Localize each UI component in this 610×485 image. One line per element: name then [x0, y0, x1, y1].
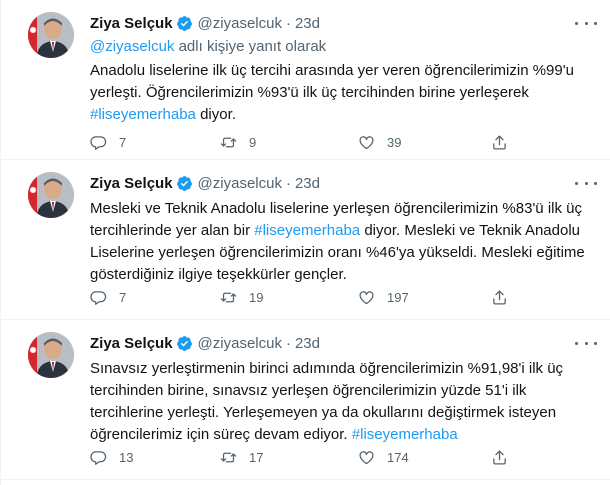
reply-button[interactable]: 7	[90, 132, 126, 152]
retweet-button[interactable]: 19	[220, 287, 263, 307]
separator: ·	[285, 334, 291, 352]
reply-count: 7	[119, 134, 127, 150]
tweet-text-part: Sınavsız yerleştirmenin birinci adımında…	[90, 360, 564, 443]
more-options-icon[interactable]	[575, 175, 597, 191]
tweet-header: Ziya Selçuk @ziyaselcuk · 23d	[90, 172, 320, 194]
tweet-text: Anadolu liselerine ilk üç tercihi arasın…	[90, 60, 595, 126]
reply-icon	[90, 135, 107, 150]
retweet-count: 9	[249, 134, 257, 150]
tweet-actions: 7 9 39	[90, 132, 595, 152]
reply-button[interactable]: 13	[90, 447, 133, 467]
reply-context: @ziyaselcuk adlı kişiye yanıt olarak	[90, 38, 326, 55]
hashtag-link[interactable]: #liseyemerhaba	[90, 106, 196, 123]
timestamp[interactable]: 23d	[295, 15, 320, 32]
like-button[interactable]: 174	[358, 447, 409, 467]
tweet-header: Ziya Selçuk @ziyaselcuk · 23d	[90, 12, 320, 34]
tweet[interactable]: Ziya Selçuk @ziyaselcuk · 23d Sınavsız y…	[1, 320, 610, 480]
hashtag-link[interactable]: #liseyemerhaba	[254, 222, 360, 239]
like-icon	[359, 290, 374, 304]
tweet-text: Mesleki ve Teknik Anadolu liselerine yer…	[90, 198, 595, 286]
author-name[interactable]: Ziya Selçuk	[90, 335, 173, 352]
like-icon	[359, 450, 374, 464]
author-handle[interactable]: @ziyaselcuk	[198, 335, 282, 352]
author-handle[interactable]: @ziyaselcuk	[198, 15, 282, 32]
like-count: 174	[387, 449, 409, 465]
tweet-text: Sınavsız yerleştirmenin birinci adımında…	[90, 358, 595, 446]
hashtag-link[interactable]: #liseyemerhaba	[352, 426, 458, 443]
retweet-button[interactable]: 17	[220, 447, 263, 467]
reply-button[interactable]: 7	[90, 287, 126, 307]
like-button[interactable]: 39	[358, 132, 401, 152]
timestamp[interactable]: 23d	[295, 175, 320, 192]
like-button[interactable]: 197	[358, 287, 409, 307]
separator: ·	[285, 174, 291, 192]
retweet-icon	[220, 292, 237, 302]
share-icon	[493, 134, 506, 150]
author-name[interactable]: Ziya Selçuk	[90, 15, 173, 32]
tweet[interactable]: Ziya Selçuk @ziyaselcuk · 23d @ziyaselcu…	[1, 0, 610, 160]
like-icon	[359, 135, 374, 149]
timestamp[interactable]: 23d	[295, 335, 320, 352]
share-button[interactable]	[491, 447, 508, 467]
tweet-actions: 7 19 197	[90, 287, 595, 307]
author-handle[interactable]: @ziyaselcuk	[198, 175, 282, 192]
author-name[interactable]: Ziya Selçuk	[90, 175, 173, 192]
timeline: Ziya Selçuk @ziyaselcuk · 23d @ziyaselcu…	[0, 0, 610, 485]
reply-icon	[90, 290, 107, 305]
avatar[interactable]	[28, 172, 74, 218]
tweet-text-part: diyor.	[195, 106, 236, 123]
verified-badge-icon	[176, 175, 192, 191]
tweet-actions: 13 17 174	[90, 447, 595, 467]
reply-icon	[90, 450, 107, 465]
tweet-text-part: Anadolu liselerine ilk üç tercihi arasın…	[90, 62, 574, 101]
retweet-icon	[220, 137, 237, 147]
more-options-icon[interactable]	[575, 15, 597, 31]
reply-to-handle-link[interactable]: @ziyaselcuk	[90, 38, 174, 55]
reply-count: 7	[119, 289, 127, 305]
separator: ·	[285, 14, 291, 32]
like-count: 39	[387, 134, 402, 150]
more-options-icon[interactable]	[575, 335, 597, 351]
share-icon	[493, 449, 506, 465]
avatar[interactable]	[28, 12, 74, 58]
reply-to-suffix: adlı kişiye yanıt olarak	[174, 38, 327, 55]
avatar[interactable]	[28, 332, 74, 378]
verified-badge-icon	[176, 335, 192, 351]
like-count: 197	[387, 289, 409, 305]
retweet-button[interactable]: 9	[220, 132, 256, 152]
tweet-header: Ziya Selçuk @ziyaselcuk · 23d	[90, 332, 320, 354]
share-icon	[493, 289, 506, 305]
share-button[interactable]	[491, 287, 508, 307]
verified-badge-icon	[176, 15, 192, 31]
tweet[interactable]: Ziya Selçuk @ziyaselcuk · 23d Mesleki ve…	[1, 160, 610, 320]
retweet-count: 17	[249, 449, 264, 465]
retweet-icon	[220, 452, 237, 462]
reply-count: 13	[119, 449, 134, 465]
share-button[interactable]	[491, 132, 508, 152]
retweet-count: 19	[249, 289, 264, 305]
